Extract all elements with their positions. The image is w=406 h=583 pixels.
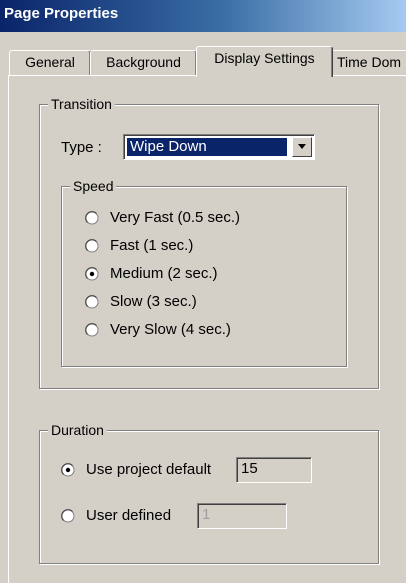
radio-button-icon (61, 463, 75, 477)
user-defined-label: User defined (86, 507, 172, 524)
duration-legend: Duration (48, 422, 107, 438)
page-properties-dialog: Page Properties General Background Displ… (0, 0, 406, 583)
radio-button-icon (85, 267, 99, 281)
speed-slow-label: Slow (3 sec.) (110, 293, 197, 310)
speed-fast-label: Fast (1 sec.) (110, 237, 194, 254)
transition-legend: Transition (48, 96, 115, 112)
speed-legend: Speed (70, 178, 117, 194)
user-defined-duration-field[interactable]: 1 (197, 503, 287, 529)
radio-button-icon (61, 509, 75, 523)
radio-button-icon (85, 239, 99, 253)
project-default-duration-field[interactable]: 15 (236, 457, 312, 483)
transition-type-dropdown[interactable]: Wipe Down (123, 134, 315, 160)
duration-group: Duration (39, 422, 379, 564)
radio-button-icon (85, 211, 99, 225)
transition-type-value: Wipe Down (127, 138, 287, 156)
dropdown-button[interactable] (292, 137, 312, 157)
speed-medium-label: Medium (2 sec.) (110, 265, 218, 282)
speed-very-fast-label: Very Fast (0.5 sec.) (110, 209, 241, 226)
radio-button-icon (85, 323, 99, 337)
speed-very-slow-label: Very Slow (4 sec.) (110, 321, 231, 338)
triangle-down-icon (298, 144, 306, 149)
type-label: Type : (61, 139, 102, 156)
use-project-default-label: Use project default (86, 461, 212, 478)
radio-button-icon (85, 295, 99, 309)
